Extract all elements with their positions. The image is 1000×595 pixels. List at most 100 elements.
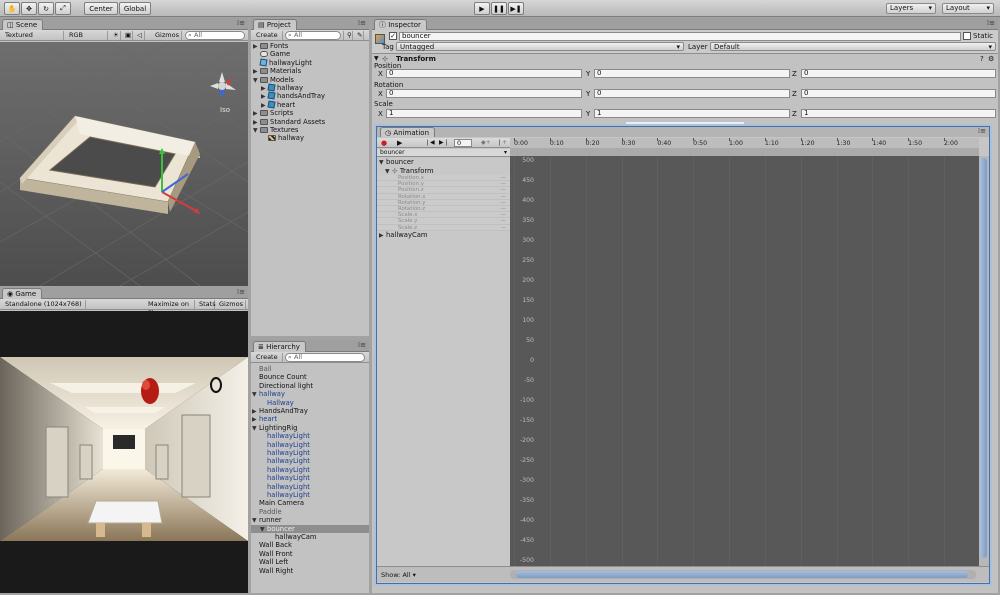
hierarchy-create-dropdown[interactable]: Create [253,353,283,362]
hierarchy-item[interactable]: hallwayLight [251,449,369,457]
maximize-on-play-toggle[interactable]: Maximize on Play [145,300,195,317]
project-search-input[interactable]: All [285,31,341,40]
scale-x-field[interactable]: 1 [386,109,582,118]
rotation-z-field[interactable]: 0 [801,89,996,98]
position-x-field[interactable]: 0 [386,69,582,78]
next-key-button[interactable]: ▶❘ [439,139,449,146]
help-icon[interactable]: ? [980,55,984,63]
hierarchy-search-input[interactable]: All [285,353,365,362]
foldout-arrow-icon[interactable]: ▼ [374,55,379,62]
hierarchy-item[interactable]: Hallway [251,399,369,407]
scale-z-field[interactable]: 1 [801,109,996,118]
hierarchy-item[interactable]: Directional light [251,382,369,390]
project-item[interactable]: ▶ Materials [251,67,369,75]
anim-root-row[interactable]: ▼ bouncer [377,158,510,166]
event-lane[interactable] [510,148,979,156]
anim-play-button[interactable]: ▶ [397,139,402,147]
project-item[interactable]: ▶ Fonts [251,42,369,50]
project-item[interactable]: ▼ Textures [251,126,369,134]
render-mode-dropdown[interactable]: Textured [2,31,64,40]
game-gizmos-dropdown[interactable]: Gizmos [216,300,246,309]
project-item[interactable]: hallway [251,134,369,142]
rotate-tool-button[interactable]: ↻ [38,2,54,15]
scene-gizmos-dropdown[interactable]: Gizmos [152,31,182,40]
resolution-dropdown[interactable]: Standalone (1024x768) [2,300,86,309]
hierarchy-item[interactable]: Main Camera [251,499,369,507]
hierarchy-item[interactable]: hallwayLight [251,441,369,449]
rotation-x-field[interactable]: 0 [386,89,582,98]
anim-child-row[interactable]: ▶ hallwayCam [377,231,510,239]
hierarchy-item[interactable]: hallwayLight [251,483,369,491]
hierarchy-item[interactable]: ▼ LightingRig [251,424,369,432]
collapse-arrow-icon[interactable]: ▶ [379,232,386,240]
horizontal-scrollbar[interactable] [510,570,976,579]
scale-tool-button[interactable]: ⤢ [55,2,71,15]
layers-dropdown[interactable]: Layers [886,3,936,14]
horizontal-scroll-thumb[interactable] [516,571,968,578]
hierarchy-item[interactable]: hallwayLight [251,432,369,440]
move-tool-button[interactable]: ✥ [21,2,37,15]
layer-dropdown[interactable]: Default [710,42,996,52]
add-keyframe-button[interactable]: ◆+ [481,139,491,146]
add-event-button[interactable]: ❙+ [497,139,507,146]
scene-viewport[interactable]: Iso [0,42,248,286]
hierarchy-item[interactable]: Wall Left [251,558,369,566]
panel-menu-icon[interactable]: ⁞≡ [358,19,366,27]
hierarchy-item[interactable]: hallwayLight [251,457,369,465]
scale-y-field[interactable]: 1 [594,109,790,118]
curve-editor[interactable] [510,156,979,566]
hand-tool-button[interactable]: ✋ [4,2,20,15]
project-item[interactable]: ▶ Standard Assets [251,118,369,126]
tag-dropdown[interactable]: Untagged [396,42,684,52]
pivot-global-button[interactable]: Global [119,2,151,15]
frame-field[interactable]: 0 [454,139,472,147]
hierarchy-item[interactable]: ▼ hallway [251,390,369,398]
hierarchy-item[interactable]: ▶ HandsAndTray [251,407,369,415]
hierarchy-item[interactable]: hallwayLight [251,491,369,499]
object-name-field[interactable]: bouncer [399,32,961,41]
lighting-toggle[interactable]: ☀ [110,31,121,40]
color-mode-dropdown[interactable]: RGB [66,31,108,40]
rotation-y-field[interactable]: 0 [594,89,790,98]
anim-component-row[interactable]: ▼ ⊹ Transform [377,167,510,175]
filter-label-button[interactable]: ✎ [354,31,364,40]
record-button[interactable]: ● [381,139,387,147]
audio-toggle[interactable]: ◁ [134,31,145,40]
inspector-splitter[interactable] [626,122,744,124]
hierarchy-item[interactable]: Wall Back [251,541,369,549]
hierarchy-item[interactable]: ▶ heart [251,415,369,423]
step-button[interactable]: ▶❚ [508,2,524,15]
tab-inspector[interactable]: ⓘ Inspector [374,19,427,30]
tab-hierarchy[interactable]: ≣ Hierarchy [253,341,306,352]
prev-key-button[interactable]: ❘◀ [425,139,435,146]
position-y-field[interactable]: 0 [594,69,790,78]
hierarchy-item[interactable]: Wall Right [251,567,369,575]
play-button[interactable]: ▶ [474,2,490,15]
panel-menu-icon[interactable]: ⁞≡ [237,19,245,27]
project-create-dropdown[interactable]: Create [253,31,283,40]
hierarchy-item[interactable]: Paddle [251,508,369,516]
pause-button[interactable]: ❚❚ [491,2,507,15]
gear-icon[interactable]: ⚙ [988,55,994,63]
hierarchy-item[interactable]: hallwayCam [251,533,369,541]
vertical-scrollbar[interactable] [979,156,989,566]
hierarchy-item[interactable]: Wall Front [251,550,369,558]
tab-animation[interactable]: ◷ Animation [380,127,436,137]
panel-menu-icon[interactable]: ⁞≡ [987,19,995,27]
hierarchy-item[interactable]: ▼ runner [251,516,369,524]
project-item[interactable]: ▶ Scripts [251,109,369,117]
position-z-field[interactable]: 0 [801,69,996,78]
clip-dropdown[interactable]: bouncer ▾ [377,149,510,157]
show-filter-dropdown[interactable]: Show: All ▾ [381,571,416,579]
project-item[interactable]: hallwayLight [251,58,369,67]
hierarchy-item[interactable]: hallwayLight [251,466,369,474]
timeline-ruler[interactable]: 0:00 0:10 0:20 0:30 0:40 0:50 1:00 1:10 1:20 1:30… [510,138,979,156]
panel-menu-icon[interactable]: ⁞≡ [978,127,986,135]
project-item[interactable]: ▶ heart [251,100,369,109]
filter-type-button[interactable]: ⚲ [343,31,353,40]
pivot-center-button[interactable]: Center [84,2,118,15]
hierarchy-item[interactable]: Ball [251,365,369,373]
project-item[interactable]: Game [251,50,369,58]
hierarchy-item[interactable]: ▼ bouncer [251,524,369,533]
tab-project[interactable]: ▤ Project [253,19,297,30]
